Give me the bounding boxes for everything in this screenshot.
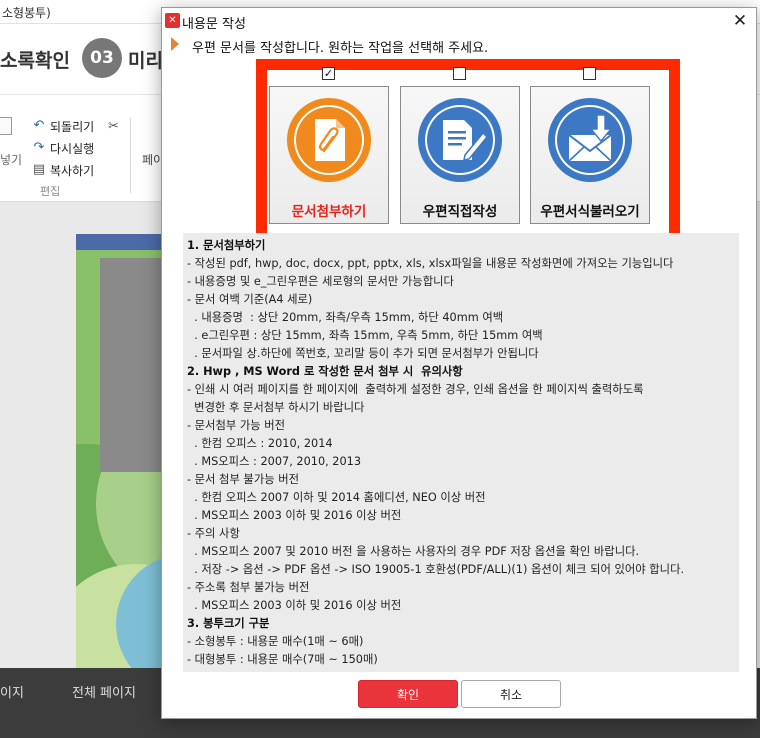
copy-icon: ▤ — [32, 162, 46, 177]
info-line: 변경한 후 문서첨부 하시기 바랍니다 — [187, 401, 365, 414]
copy-label: 복사하기 — [50, 163, 95, 178]
option-write-checkbox[interactable] — [453, 67, 466, 80]
info-line: - 작성된 pdf, hwp, doc, docx, ppt, pptx, xl… — [187, 257, 674, 270]
option-attach-checkbox[interactable]: ✓ — [322, 67, 335, 80]
page-indicator: 이지 — [0, 686, 24, 701]
paste-label[interactable]: 넣기 — [0, 151, 22, 168]
info-line: . 한컴 오피스 : 2010, 2014 — [187, 437, 333, 450]
total-pages-label: 전체 페이지 — [72, 686, 136, 701]
step-preview[interactable]: 미리 — [128, 46, 163, 73]
info-line: . 내용증명 : 상단 20mm, 좌측/우측 15mm, 하단 40mm 여백 — [187, 311, 504, 324]
info-line: - 문서첨부 가능 버전 — [187, 419, 285, 432]
page-text-area — [100, 258, 166, 472]
copy-button[interactable]: ▤ 복사하기 — [32, 161, 94, 179]
option-direct-write[interactable]: 우편직접작성 — [400, 86, 520, 224]
edit-group-label: 편집 — [40, 185, 61, 198]
info-panel: 1. 문서첨부하기 - 작성된 pdf, hwp, doc, docx, ppt,… — [183, 233, 739, 672]
info-heading: 2. Hwp , MS Word 로 작성한 문서 첨부 시 유의사항 — [187, 365, 463, 378]
instruction-text: 우편 문서를 작성합니다. 원하는 작업을 선택해 주세요. — [192, 41, 489, 56]
redo-label: 다시실행 — [50, 141, 95, 156]
info-line: - 인쇄 시 여러 페이지를 한 페이지에 출력하게 설정한 경우, 인쇄 옵션… — [187, 383, 644, 396]
cut-icon[interactable]: ✂ — [108, 119, 119, 134]
instruction-arrow-icon — [171, 37, 179, 51]
envelope-download-icon — [548, 98, 632, 182]
info-line: - 대형봉투 : 내용문 매수(7매 ~ 150매) — [187, 653, 378, 666]
step-number-badge: 03 — [82, 38, 122, 78]
undo-button[interactable]: ↶ 되돌리기 — [32, 117, 95, 135]
info-heading: 1. 문서첨부하기 — [187, 239, 266, 252]
info-line: . MS오피스 2003 이하 및 2016 이상 버전 — [187, 599, 402, 612]
content-writing-dialog: ✕ 내용문 작성 ✕ 우편 문서를 작성합니다. 원하는 작업을 선택해 주세요… — [161, 7, 757, 719]
dialog-titlebar: ✕ 내용문 작성 ✕ — [162, 8, 756, 34]
info-line: . MS오피스 : 2007, 2010, 2013 — [187, 455, 362, 468]
info-line: - 내용증명 및 e_그린우편은 세로형의 문서만 가능합니다 — [187, 275, 454, 288]
info-line: - 주소록 첨부 불가능 버전 — [187, 581, 310, 594]
redo-button[interactable]: ↷ 다시실행 — [32, 139, 95, 157]
option-attach-document[interactable]: 문서첨부하기 — [269, 86, 389, 224]
option-write-label: 우편직접작성 — [422, 204, 498, 220]
info-line: - 문서 첨부 불가능 버전 — [187, 473, 299, 486]
ok-button[interactable]: 확인 — [358, 680, 458, 708]
step-address-check[interactable]: 소록확인 — [0, 46, 70, 73]
info-line: . 한컴 오피스 2007 이하 및 2014 홈에디션, NEO 이상 버전 — [187, 491, 486, 504]
info-line: . MS오피스 2003 이하 및 2016 이상 버전 — [187, 509, 402, 522]
paperclip-document-icon — [287, 98, 371, 182]
info-line: . 저장 -> 옵션 -> PDF 옵션 -> ISO 19005-1 호환성(… — [187, 563, 685, 576]
undo-label: 되돌리기 — [50, 119, 95, 134]
document-page-preview — [76, 234, 166, 668]
info-line: . 문서파일 상.하단에 쪽번호, 꼬리말 등이 추가 되면 문서첨부가 안됩니… — [187, 347, 539, 360]
dialog-title: 내용문 작성 — [182, 17, 246, 32]
option-template-checkbox[interactable] — [583, 67, 596, 80]
info-line: . e그린우편 : 상단 15mm, 좌측 15mm, 우측 5mm, 하단 1… — [187, 329, 543, 342]
app-logo-icon: ✕ — [165, 13, 180, 28]
paste-icon[interactable] — [0, 117, 12, 135]
document-pen-icon — [418, 98, 502, 182]
option-load-template[interactable]: 우편서식불러오기 — [530, 86, 650, 224]
undo-icon: ↶ — [33, 118, 45, 133]
info-line: . MS오피스 2007 및 2010 버전 을 사용하는 사용자의 경우 PD… — [187, 545, 640, 558]
redo-icon: ↷ — [33, 140, 45, 155]
ribbon-divider — [130, 117, 131, 193]
info-line: - 문서 여백 기준(A4 세로) — [187, 293, 313, 306]
option-template-label: 우편서식불러오기 — [540, 204, 640, 220]
close-icon[interactable]: ✕ — [730, 11, 750, 31]
info-heading: 3. 봉투크기 구분 — [187, 617, 270, 630]
app-title: 소형봉투) — [2, 6, 51, 20]
info-line: - 소형봉투 : 내용문 매수(1매 ~ 6매) — [187, 635, 364, 648]
cancel-button[interactable]: 취소 — [461, 680, 561, 708]
option-attach-label: 문서첨부하기 — [291, 204, 367, 220]
info-line: - 주의 사항 — [187, 527, 240, 540]
